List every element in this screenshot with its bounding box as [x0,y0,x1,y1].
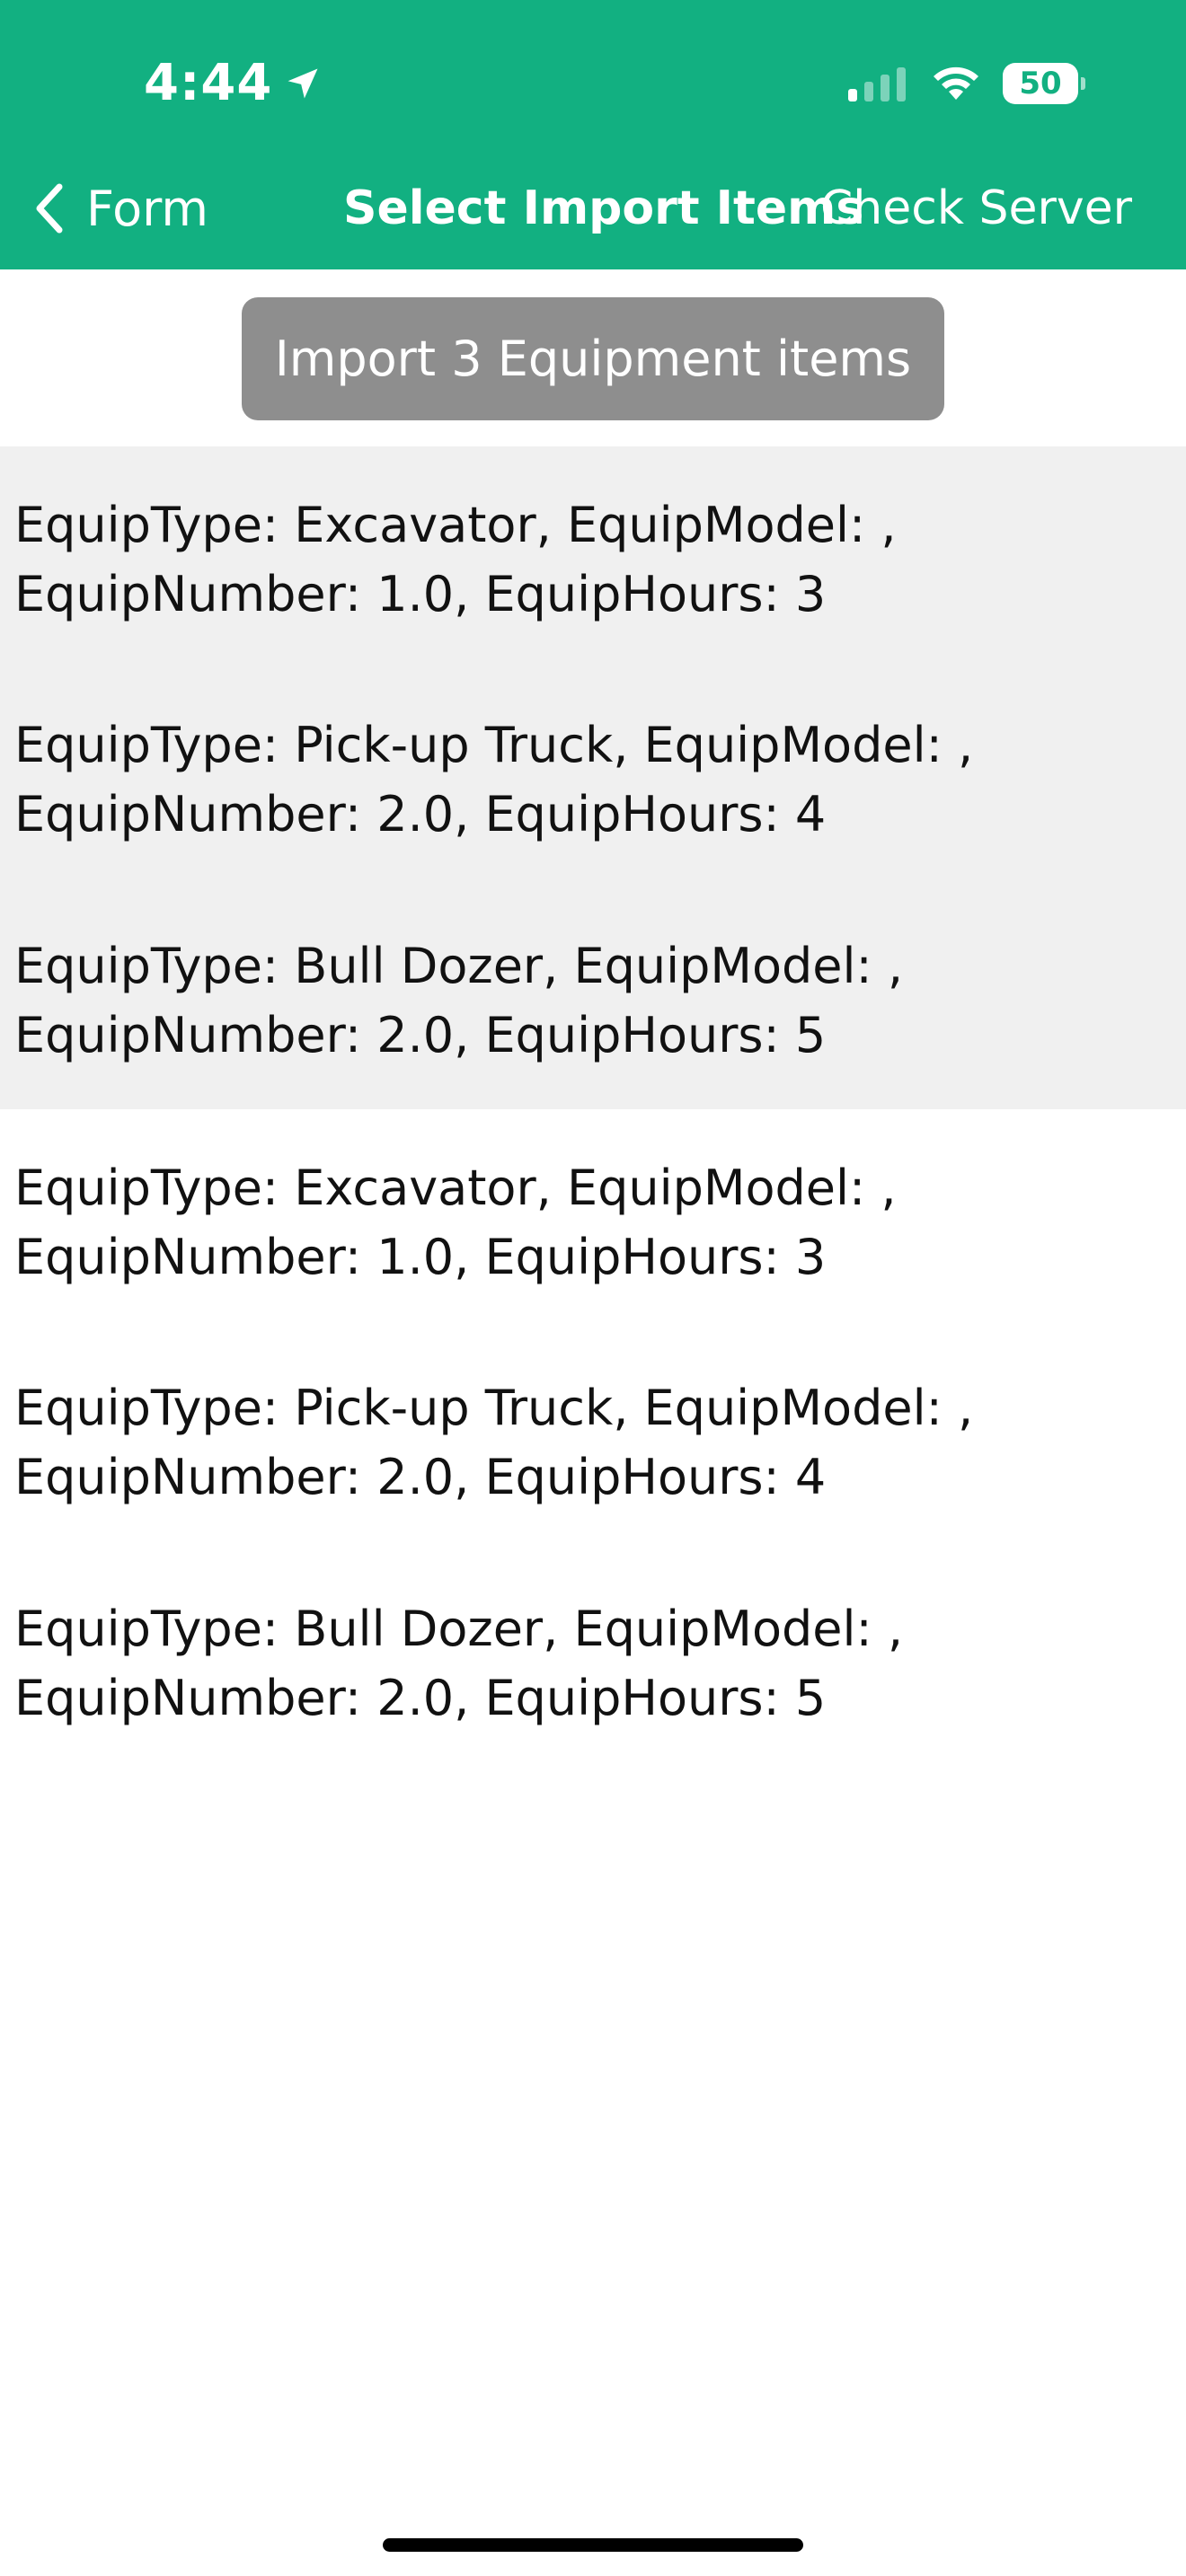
import-equipment-button[interactable]: Import 3 Equipment items [242,297,944,420]
battery-icon: 50 [1003,63,1085,104]
battery-level: 50 [1019,66,1062,101]
item-line-2: EquipNumber: 2.0, EquipHours: 4 [14,786,827,842]
item-line-1: EquipType: Excavator, EquipModel: , [14,497,897,553]
available-items-list: EquipType: Excavator, EquipModel: , Equi… [0,1109,1186,1772]
list-item[interactable]: EquipType: Pick-up Truck, EquipModel: , … [14,710,1164,849]
status-time-label: 4:44 [144,54,273,112]
list-item[interactable]: EquipType: Bull Dozer, EquipModel: , Equ… [14,1594,1164,1733]
location-arrow-icon [288,68,318,98]
chevron-left-icon [36,183,63,234]
list-item[interactable]: EquipType: Excavator, EquipModel: , Equi… [14,1153,1164,1292]
check-server-button[interactable]: Check Server [820,171,1132,246]
status-icons: 50 [846,63,1085,104]
nav-bar: Form Select Import Items Check Server [0,171,1186,246]
item-line-2: EquipNumber: 1.0, EquipHours: 3 [14,1229,827,1285]
list-item[interactable]: EquipType: Excavator, EquipModel: , Equi… [14,490,1164,629]
back-label: Form [86,180,209,237]
item-line-1: EquipType: Excavator, EquipModel: , [14,1160,897,1216]
status-time: 4:44 [144,54,323,112]
item-line-1: EquipType: Bull Dozer, EquipModel: , [14,1601,904,1657]
item-line-1: EquipType: Pick-up Truck, EquipModel: , [14,1380,974,1436]
wifi-icon [934,66,978,100]
item-line-2: EquipNumber: 2.0, EquipHours: 5 [14,1007,827,1063]
back-button[interactable]: Form [31,171,208,246]
list-item[interactable]: EquipType: Bull Dozer, EquipModel: , Equ… [14,931,1164,1070]
list-item[interactable]: EquipType: Pick-up Truck, EquipModel: , … [14,1373,1164,1512]
item-line-1: EquipType: Bull Dozer, EquipModel: , [14,938,904,994]
item-line-2: EquipNumber: 1.0, EquipHours: 3 [14,566,827,622]
signal-icon [848,67,906,101]
selected-items-list: EquipType: Excavator, EquipModel: , Equi… [0,446,1186,1109]
item-line-2: EquipNumber: 2.0, EquipHours: 5 [14,1670,827,1726]
navigation-header: 4:44 50 Form Select Import Items Check S… [0,0,1186,269]
page-title: Select Import Items [343,181,864,235]
item-line-1: EquipType: Pick-up Truck, EquipModel: , [14,717,974,773]
home-indicator[interactable] [383,2538,803,2552]
item-line-2: EquipNumber: 2.0, EquipHours: 4 [14,1449,827,1505]
